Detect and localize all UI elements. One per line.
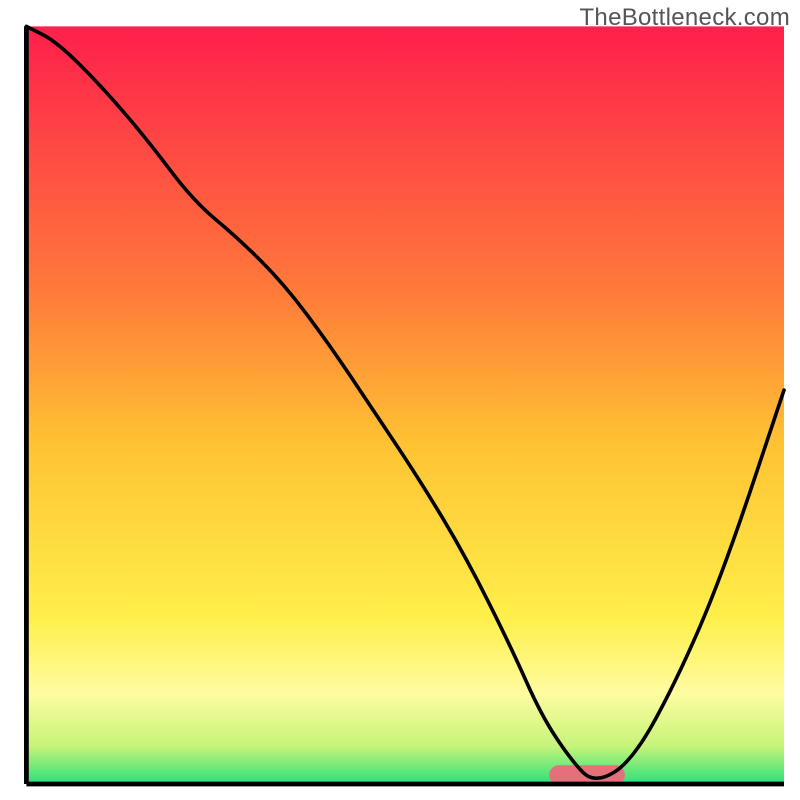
chart-frame: TheBottleneck.com bbox=[0, 0, 800, 800]
watermark-text: TheBottleneck.com bbox=[579, 4, 790, 32]
gradient-background bbox=[26, 26, 784, 784]
chart-svg bbox=[0, 0, 800, 800]
